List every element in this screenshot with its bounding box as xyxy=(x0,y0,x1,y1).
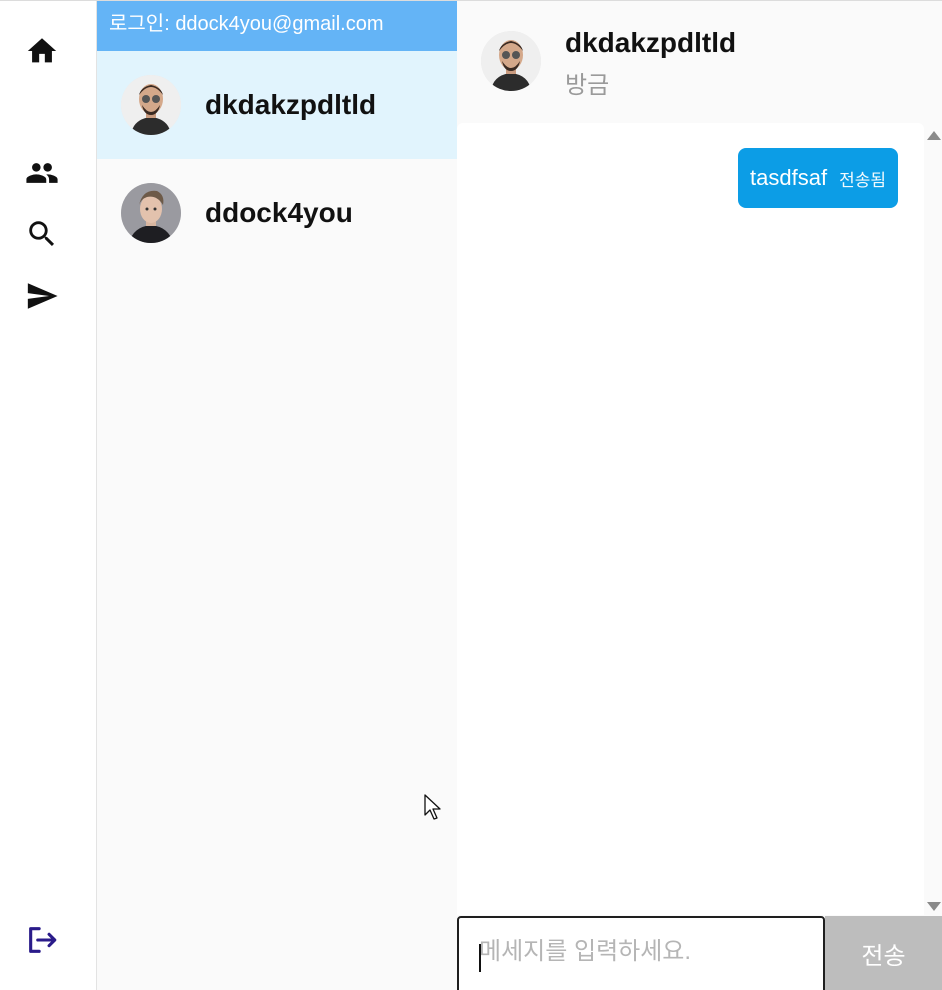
avatar xyxy=(121,75,181,135)
chat-partner-name: dkdakzpdltld xyxy=(565,27,737,58)
avatar xyxy=(481,31,541,91)
chat-room-name: ddock4you xyxy=(205,197,353,228)
home-icon[interactable] xyxy=(24,33,60,69)
text-caret xyxy=(479,944,481,972)
chat-header: dkdakzpdltld 방금 xyxy=(457,1,942,123)
chat-room-name: dkdakzpdltld xyxy=(205,89,377,120)
scroll-down-arrow-icon[interactable] xyxy=(927,902,941,911)
side-nav xyxy=(0,1,97,990)
chat-app: 로그인: ddock4you@gmail.com dkdakzpdltld dd… xyxy=(0,0,942,990)
message-bubble: tasdfsaf 전송됨 xyxy=(738,148,898,208)
message-status: 전송됨 xyxy=(839,170,886,190)
avatar xyxy=(121,183,181,243)
logout-icon[interactable] xyxy=(24,922,60,958)
chat-room-item[interactable]: ddock4you xyxy=(97,159,457,267)
send-icon[interactable] xyxy=(24,278,60,314)
chat-room-item[interactable]: dkdakzpdltld xyxy=(97,51,457,159)
chat-list-panel: 로그인: ddock4you@gmail.com dkdakzpdltld dd… xyxy=(97,1,457,990)
message-list[interactable]: tasdfsaf 전송됨 xyxy=(457,123,924,915)
people-icon[interactable] xyxy=(24,155,60,191)
send-button[interactable]: 전송 xyxy=(825,916,942,990)
message-text: tasdfsaf xyxy=(750,165,828,190)
search-icon[interactable] xyxy=(24,216,60,252)
scrollbar[interactable] xyxy=(924,123,942,915)
chat-panel: dkdakzpdltld 방금 tasdfsaf 전송됨 전송 xyxy=(457,1,942,990)
last-active-time: 방금 xyxy=(565,72,610,99)
scroll-up-arrow-icon[interactable] xyxy=(927,131,941,140)
message-input-wrapper xyxy=(457,916,825,990)
message-input[interactable] xyxy=(459,918,823,990)
login-status-bar: 로그인: ddock4you@gmail.com xyxy=(97,1,457,51)
mouse-cursor-icon xyxy=(424,794,441,820)
